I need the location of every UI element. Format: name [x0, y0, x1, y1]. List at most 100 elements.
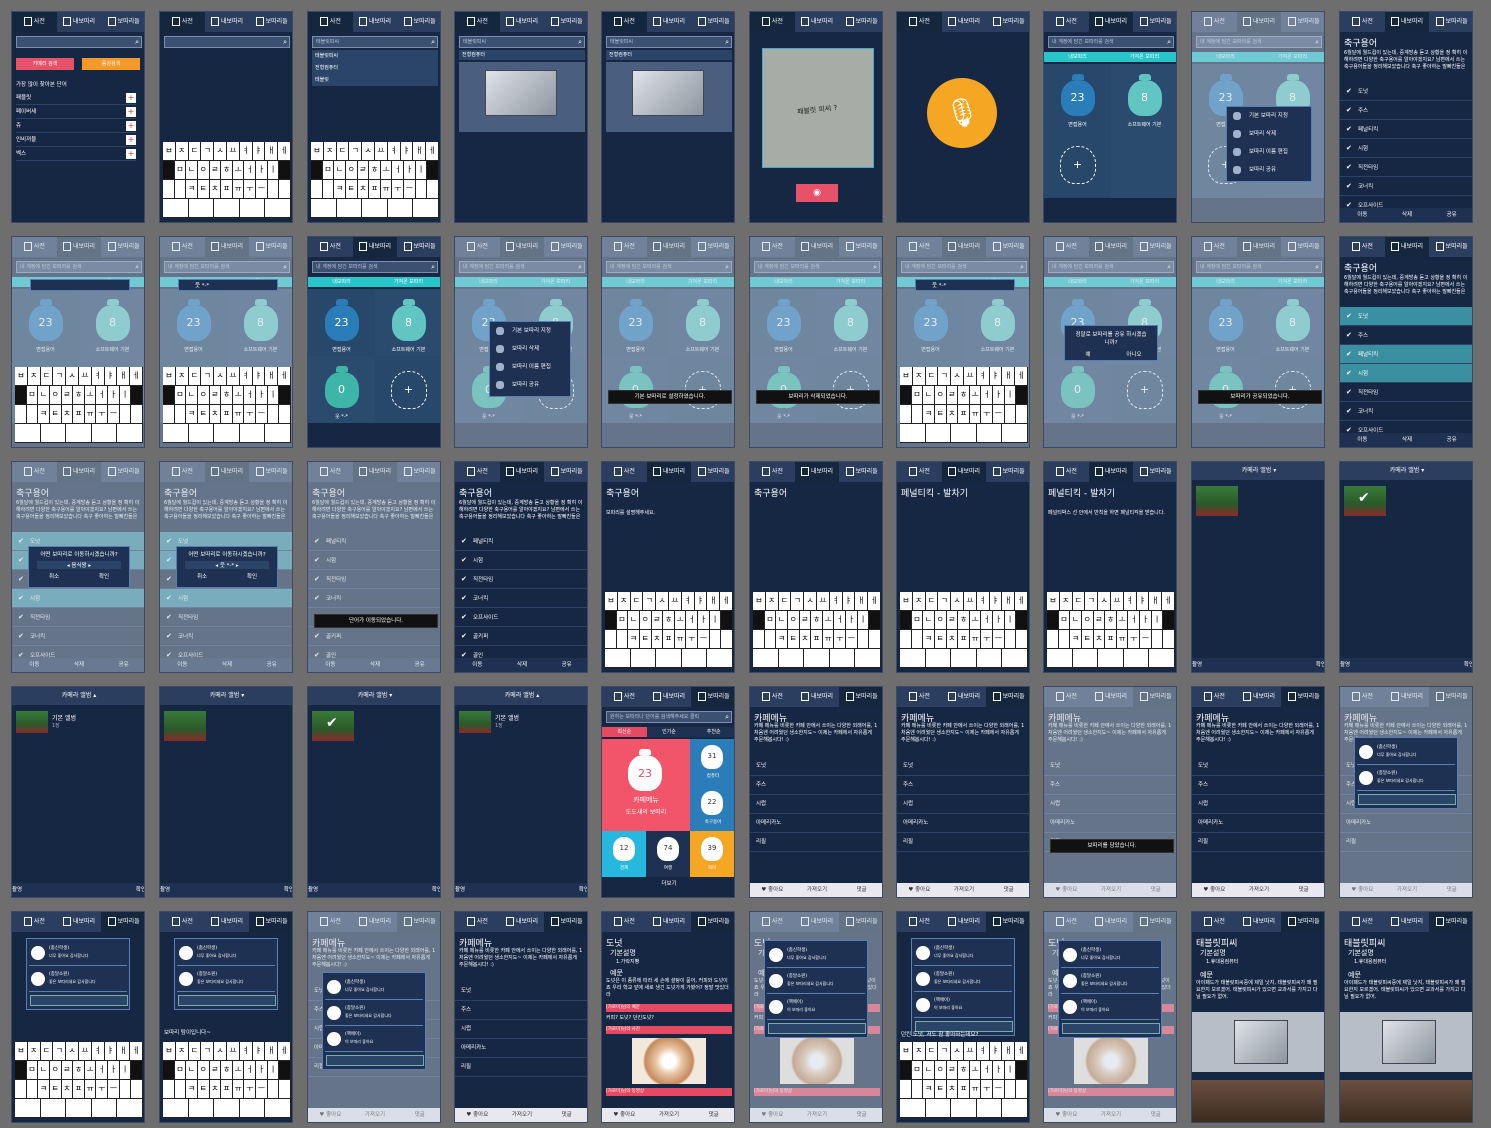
explore-bag[interactable]: 31 컴퓨터 [690, 739, 734, 785]
comment-button[interactable]: 댓글 [986, 883, 1029, 897]
tab-bags[interactable]: 보따리들 [691, 12, 734, 32]
keyboard-key[interactable]: ㅔ [1162, 592, 1175, 610]
confirm-button[interactable]: 확인 [522, 883, 587, 897]
keyboard-key[interactable]: ㄷ [1073, 592, 1086, 610]
keyboard-key[interactable] [131, 1061, 144, 1079]
keyboard-key[interactable]: ㅣ [710, 611, 722, 629]
keyboard-key[interactable]: ㅋ [776, 630, 788, 648]
menu-item[interactable]: 보따리 삭제 [490, 340, 570, 358]
keyboard-key[interactable]: ㅕ [977, 592, 990, 610]
keyboard-key[interactable]: ㅗ [1117, 611, 1129, 629]
keyboard-key[interactable] [858, 630, 870, 648]
korean-keyboard[interactable]: ㅂㅈㄷㄱㅅㅛㅕㅑㅐㅔㅁㄴㅇㄹㅎㅗㅓㅏㅣㅋㅌㅊㅍㅠㅜㅡ [605, 592, 734, 668]
keyboard-key[interactable]: ㅔ [278, 1042, 291, 1060]
keyboard-key[interactable]: ㄱ [938, 1042, 952, 1060]
tab-my-bag[interactable]: 내보따리 [942, 912, 987, 932]
comment-draft[interactable]: 보따리 탐이입니다~ [164, 1028, 211, 1036]
take-button[interactable]: 가져오기 [795, 883, 840, 897]
keyboard-key[interactable]: ㅔ [868, 592, 881, 610]
keyboard-key[interactable] [163, 180, 175, 198]
tab-my-bag[interactable]: 내보따리 [1384, 237, 1430, 257]
keyboard-key[interactable]: ㅇ [198, 386, 210, 404]
korean-keyboard[interactable]: ㅂㅈㄷㄱㅅㅛㅕㅑㅐㅔㅁㄴㅇㄹㅎㅗㅓㅏㅣㅋㅌㅊㅍㅠㅜㅡ [1047, 592, 1176, 668]
keyboard-key[interactable]: ㅠ [675, 630, 687, 648]
keyboard-key[interactable] [66, 1099, 92, 1117]
keyboard-key[interactable]: ㅠ [970, 1080, 982, 1098]
korean-keyboard[interactable]: ㅂㅈㄷㄱㅅㅛㅕㅑㅐㅔㅁㄴㅇㄹㅎㅗㅓㅏㅣㅋㅌㅊㅍㅠㅜㅡ [900, 592, 1029, 668]
tab-bags[interactable]: 보따리들 [986, 462, 1029, 482]
keyboard-key[interactable]: ㅁ [912, 611, 924, 629]
check-icon[interactable]: ✔ [461, 532, 467, 550]
keyboard-key[interactable] [15, 1099, 41, 1117]
share-button[interactable]: 공유 [1429, 208, 1472, 222]
keyboard-key[interactable] [765, 630, 777, 648]
keyboard-key[interactable] [189, 424, 215, 442]
comment-input[interactable] [1062, 1023, 1160, 1034]
confirm-button[interactable]: 확인 [1407, 658, 1472, 672]
tab-my-bag[interactable]: 내보따리 [57, 912, 102, 932]
tab-bags[interactable]: 보따리들 [101, 912, 144, 932]
keyboard-key[interactable] [66, 424, 92, 442]
keyboard-key[interactable]: ㄱ [201, 1042, 215, 1060]
add-bag-icon[interactable]: + [390, 370, 427, 409]
keyboard-key[interactable]: ㅍ [958, 405, 970, 423]
keyboard-key[interactable] [41, 424, 67, 442]
keyboard-key[interactable] [1016, 611, 1029, 629]
keyboard-key[interactable] [977, 1099, 1003, 1117]
tab-my-bag[interactable]: 내보따리 [1088, 12, 1134, 32]
keyboard-key[interactable]: ㄷ [189, 1042, 202, 1060]
keyboard-key[interactable] [15, 405, 27, 423]
keyboard-key[interactable]: ㅌ [346, 180, 358, 198]
word-row[interactable]: ✔ 코너킥 [1340, 177, 1472, 196]
word-row[interactable]: 주스 [455, 1001, 587, 1020]
keyboard-key[interactable]: ㅡ [993, 630, 1005, 648]
keyboard-key[interactable] [163, 386, 175, 404]
move-target[interactable]: ◂ 음식왕 ▸ [37, 561, 121, 569]
add-icon[interactable]: + [126, 93, 136, 103]
keyboard-key[interactable]: ㅡ [846, 630, 858, 648]
bag-cell[interactable]: 23 면접용어 [1044, 64, 1111, 131]
keyboard-key[interactable]: ㄷ [779, 592, 792, 610]
keyboard-key[interactable] [804, 649, 830, 667]
word-title-input[interactable]: 페널티킥 - 발차기 [901, 486, 968, 499]
keyboard-key[interactable]: ㅊ [210, 180, 222, 198]
keyboard-key[interactable]: ㅗ [381, 161, 393, 179]
keyboard-key[interactable]: ㄷ [926, 1042, 939, 1060]
explore-bag[interactable]: 22 축구용어 [690, 785, 734, 831]
keyboard-key[interactable]: ㅈ [324, 142, 337, 160]
keyboard-key[interactable]: ㅂ [605, 592, 618, 610]
keyboard-key[interactable] [27, 1080, 39, 1098]
keyboard-key[interactable] [214, 1099, 240, 1117]
move-button[interactable]: 이동 [455, 658, 500, 672]
keyboard-key[interactable]: ㄴ [628, 611, 640, 629]
tab-bags[interactable]: 보따리들 [101, 12, 144, 32]
keyboard-key[interactable]: ㅌ [198, 405, 210, 423]
keyboard-key[interactable]: ㅈ [176, 1042, 189, 1060]
tab-dictionary[interactable]: 사전 [1340, 12, 1385, 32]
tab-dictionary[interactable]: 사전 [750, 12, 795, 32]
keyboard-key[interactable]: ㅈ [28, 1042, 41, 1060]
keyboard-key[interactable] [926, 424, 952, 442]
tab-bags[interactable]: 보따리들 [1133, 462, 1176, 482]
keyboard-key[interactable]: ㄷ [926, 367, 939, 385]
keyboard-key[interactable] [15, 1061, 27, 1079]
keyboard-key[interactable] [240, 424, 266, 442]
keyboard-key[interactable]: ㅜ [834, 630, 847, 648]
tab-my-bag[interactable]: 내보따리 [1385, 912, 1430, 932]
keyboard-key[interactable] [120, 1080, 132, 1098]
like-button[interactable]: ♥ 좋아요 [455, 1108, 500, 1122]
comment-input[interactable] [1358, 794, 1456, 805]
tab-my-bag[interactable]: 내보따리 [1384, 12, 1430, 32]
keyboard-key[interactable]: ㄱ [201, 142, 215, 160]
word-row[interactable]: 주스 [1192, 776, 1324, 795]
keyboard-key[interactable]: ㅅ [1098, 592, 1111, 610]
word-row[interactable]: ✔ 시험 [1340, 139, 1472, 158]
check-icon[interactable]: ✔ [1346, 402, 1352, 420]
keyboard-key[interactable]: ㅡ [404, 180, 416, 198]
word-row[interactable]: ✔ 직전타임 [1340, 383, 1472, 402]
korean-keyboard[interactable]: ㅂㅈㄷㄱㅅㅛㅕㅑㅐㅔㅁㄴㅇㄹㅎㅗㅓㅏㅣㅋㅌㅊㅍㅠㅜㅡ [753, 592, 882, 668]
keyboard-key[interactable]: ㅇ [346, 161, 358, 179]
keyboard-key[interactable]: ㅣ [1152, 611, 1164, 629]
word-title-input[interactable]: 페널티킥 - 발차기 [1048, 486, 1115, 499]
keyboard-key[interactable]: ㅜ [981, 405, 994, 423]
